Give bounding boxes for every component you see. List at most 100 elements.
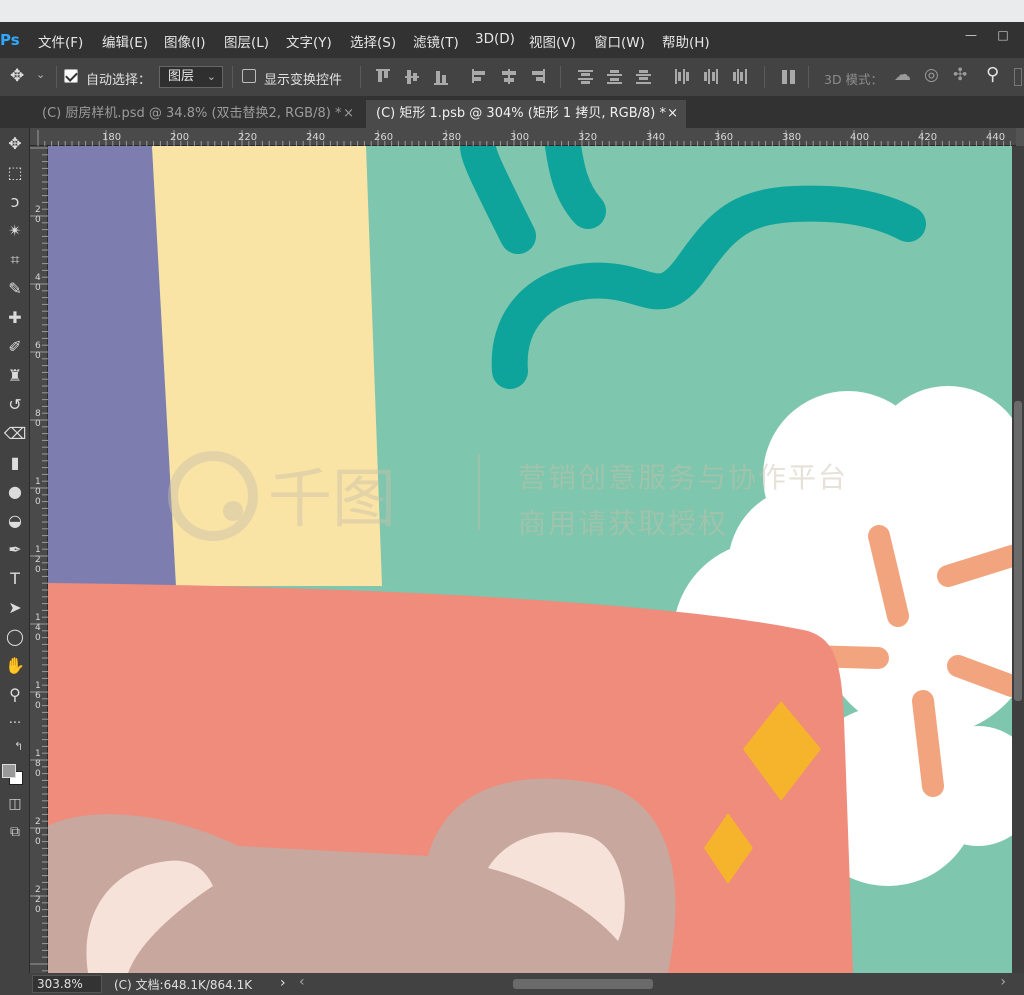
ruler-label: 60 [35,341,41,361]
menu-help[interactable]: 帮助(H) [662,31,710,51]
workspace-switcher[interactable] [1014,68,1022,86]
tools-panel: ✥ ⬚ ↄ ✴ ⌗ ✎ ✚ ✐ ♜ ↺ ⌫ ▮ ● ◒ ✒ T ➤ ◯ ✋ ⚲ ··· ↰ ◫ ⧉ [0,128,30,973]
ruler-label: 120 [35,545,41,575]
divider [360,66,361,88]
status-menu-arrow-icon[interactable]: › [280,975,286,991]
search-icon[interactable]: ⚲ [986,64,999,85]
crop-tool-icon[interactable]: ⌗ [0,248,30,272]
foreground-color-swatch[interactable] [2,764,16,778]
align-horizontal-centers-icon[interactable] [501,69,517,85]
menu-3d[interactable]: 3D(D) [475,31,515,47]
align-top-edges-icon[interactable] [376,69,392,85]
horizontal-scrollbar[interactable]: ‹ › [295,974,1010,991]
menu-file[interactable]: 文件(F) [38,31,83,51]
zoom-level-field[interactable]: 303.8% [32,975,102,993]
eraser-tool-icon[interactable]: ⌫ [0,422,30,446]
eyedropper-tool-icon[interactable]: ✎ [0,277,30,301]
distribute-vertical-centers-icon[interactable] [607,69,623,85]
screen-mode-icon[interactable]: ⧉ [0,824,30,840]
document-canvas[interactable]: 千图 营销创意服务与协作平台 商用请获取授权 [48,146,1012,973]
tab-label: (C) 厨房样机.psd @ 34.8% (双击替换2, RGB/8) * [42,106,342,121]
ruler-label: 200 [170,132,189,143]
history-brush-tool-icon[interactable]: ↺ [0,393,30,417]
move-tool-icon[interactable]: ✥ [0,132,30,156]
align-right-edges-icon[interactable] [530,69,546,85]
divider [808,66,809,88]
menu-layer[interactable]: 图层(L) [224,31,269,51]
ruler-label: 320 [578,132,597,143]
magic-wand-tool-icon[interactable]: ✴ [0,219,30,243]
brush-tool-icon[interactable]: ✐ [0,335,30,359]
align-left-edges-icon[interactable] [472,69,488,85]
auto-select-target-select[interactable]: 图层 ⌄ [159,66,223,88]
vertical-scrollbar[interactable] [1012,146,1024,973]
3d-orbit-icon[interactable]: ☁ [894,65,911,85]
menu-select[interactable]: 选择(S) [350,31,396,51]
auto-align-layers-icon[interactable] [781,69,797,85]
show-transform-checkbox[interactable] [242,69,256,83]
watermark-divider [478,454,480,530]
distribute-bottom-icon[interactable] [636,69,652,85]
menu-edit[interactable]: 编辑(E) [102,31,148,51]
dodge-tool-icon[interactable]: ◒ [0,509,30,533]
ruler-label: 20 [35,205,41,225]
type-tool-icon[interactable]: T [0,567,30,591]
menu-image[interactable]: 图像(I) [164,31,206,51]
menu-filter[interactable]: 滤镜(T) [413,31,459,51]
distribute-right-icon[interactable] [732,69,748,85]
zoom-tool-icon[interactable]: ⚲ [0,683,30,707]
distribute-left-icon[interactable] [674,69,690,85]
ruler-label: 200 [35,817,41,847]
scroll-left-icon[interactable]: ‹ [299,974,305,990]
healing-brush-tool-icon[interactable]: ✚ [0,306,30,330]
photoshop-window: Ps 文件(F) 编辑(E) 图像(I) 图层(L) 文字(Y) 选择(S) 滤… [0,0,1024,995]
swap-colors-icon[interactable]: ↰ [14,740,23,753]
tab-kitchen-mockup[interactable]: (C) 厨房样机.psd @ 34.8% (双击替换2, RGB/8) * × [32,100,362,128]
distribute-top-icon[interactable] [578,69,594,85]
marquee-tool-icon[interactable]: ⬚ [0,161,30,185]
ellipse-tool-icon[interactable]: ◯ [0,625,30,649]
distribute-horizontal-centers-icon[interactable] [703,69,719,85]
menu-bar: Ps 文件(F) 编辑(E) 图像(I) 图层(L) 文字(Y) 选择(S) 滤… [0,22,1024,58]
blur-tool-icon[interactable]: ● [0,480,30,504]
3d-pan-icon[interactable]: ✣ [953,65,967,85]
tab-label: (C) 矩形 1.psb @ 304% (矩形 1 拷贝, RGB/8) * [376,106,666,121]
gradient-tool-icon[interactable]: ▮ [0,451,30,475]
ruler-label: 180 [102,132,121,143]
3d-roll-icon[interactable]: ◎ [924,65,939,85]
menu-window[interactable]: 窗口(W) [594,31,645,51]
auto-select-checkbox[interactable] [64,69,78,83]
auto-select-target-value: 图层 [168,69,195,84]
ruler-label: 440 [986,132,1005,143]
ruler-label: 340 [646,132,665,143]
restore-button[interactable]: □ [990,27,1016,45]
tab-rectangle-1[interactable]: (C) 矩形 1.psb @ 304% (矩形 1 拷贝, RGB/8) * × [366,100,686,128]
clone-stamp-tool-icon[interactable]: ♜ [0,364,30,388]
menu-view[interactable]: 视图(V) [529,31,576,51]
more-tools-icon[interactable]: ··· [0,712,30,736]
horizontal-scroll-thumb[interactable] [513,979,653,989]
lasso-tool-icon[interactable]: ↄ [0,190,30,214]
minimize-button[interactable]: — [958,27,984,45]
quick-mask-icon[interactable]: ◫ [0,796,30,812]
close-tab-icon[interactable]: × [343,100,354,128]
vertical-scroll-thumb[interactable] [1014,401,1022,701]
ruler-label: 260 [374,132,393,143]
show-transform-label: 显示变换控件 [264,73,343,88]
close-tab-icon[interactable]: × [667,100,678,128]
scroll-right-icon[interactable]: › [1000,974,1006,990]
chevron-down-icon: ⌄ [206,70,216,83]
tool-preset-chevron-icon[interactable]: ⌄ [36,68,45,81]
horizontal-ruler: 180 200 220 240 260 280 300 320 340 360 380 400 420 4… [30,128,1024,146]
menu-type[interactable]: 文字(Y) [286,31,332,51]
align-bottom-edges-icon[interactable] [434,69,450,85]
artwork [48,146,1012,973]
pen-tool-icon[interactable]: ✒ [0,538,30,562]
path-selection-tool-icon[interactable]: ➤ [0,596,30,620]
hand-tool-icon[interactable]: ✋ [0,654,30,678]
ruler-label: 280 [442,132,461,143]
photoshop-logo: Ps [0,31,20,49]
teal-squiggle-shape [460,146,926,389]
move-tool-icon[interactable]: ✥ [10,66,24,86]
align-vertical-centers-icon[interactable] [405,69,421,85]
